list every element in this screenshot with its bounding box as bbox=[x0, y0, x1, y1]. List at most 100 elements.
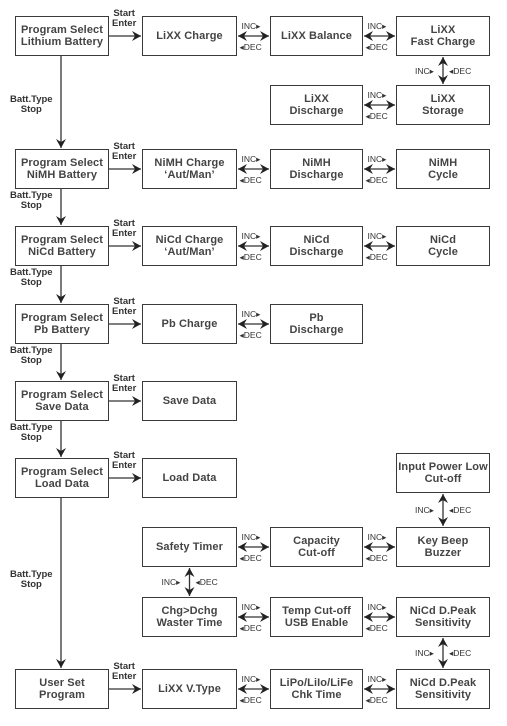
lixx-balance-box: LiXX Balance bbox=[270, 16, 363, 56]
start-enter-label: Start Enter bbox=[112, 374, 136, 394]
pb-discharge-box-line: Pb bbox=[309, 312, 324, 324]
program-select-nicd-line: Program Select bbox=[20, 234, 104, 246]
batt-type-stop-label: Batt.Type Stop bbox=[10, 570, 53, 590]
batt-type-stop-line: Stop bbox=[20, 277, 42, 288]
inc-label: INC▸ bbox=[241, 154, 261, 164]
lixx-vtype-box: LiXX V.Type bbox=[142, 669, 237, 709]
dec-label: ◂DEC bbox=[239, 553, 262, 563]
nimh-cycle-box-line: NiMH bbox=[428, 157, 458, 169]
nicd-dpeak-1-box-line: NiCd D.Peak bbox=[409, 605, 477, 617]
start-enter-label: Start Enter bbox=[112, 662, 136, 682]
lixx-discharge-box-line: LiXX bbox=[304, 93, 329, 105]
lixx-storage-box-line: Storage bbox=[422, 105, 464, 117]
program-select-lithium-line: Program Select bbox=[20, 24, 104, 36]
batt-type-stop-line: Stop bbox=[20, 104, 42, 115]
load-data-box-line: Load Data bbox=[162, 472, 217, 484]
batt-type-stop-label: Batt.Type Stop bbox=[10, 191, 53, 211]
batt-type-stop-label: Batt.Type Stop bbox=[10, 346, 53, 366]
lixx-storage-box: LiXX Storage bbox=[396, 85, 490, 125]
lixx-fast-charge-box-line: Fast Charge bbox=[410, 36, 476, 48]
inc-label: INC▸ bbox=[241, 674, 261, 684]
inc-label: INC▸ bbox=[241, 21, 261, 31]
inc-label: INC▸ bbox=[367, 674, 387, 684]
chg-dchg-waste-box-line: Chg>Dchg bbox=[161, 605, 218, 617]
inc-label: INC▸ bbox=[367, 154, 387, 164]
dec-label: ◂DEC bbox=[239, 252, 262, 262]
program-select-nimh: Program Select NiMH Battery bbox=[15, 149, 109, 189]
nicd-cycle-box-line: Cycle bbox=[428, 246, 458, 258]
start-enter-line: Enter bbox=[112, 671, 137, 682]
inc-label: INC▸ bbox=[241, 309, 261, 319]
dec-label: ◂DEC bbox=[239, 623, 262, 633]
dec-label: ◂DEC bbox=[365, 553, 388, 563]
capacity-cutoff-box: Capacity Cut-off bbox=[270, 527, 363, 567]
dec-label: ◂DEC bbox=[365, 623, 388, 633]
lixx-charge-box: LiXX Charge bbox=[142, 16, 237, 56]
dec-label: ◂DEC bbox=[239, 695, 262, 705]
temp-cutoff-box: Temp Cut-off USB Enable bbox=[270, 597, 363, 637]
start-enter-line: Enter bbox=[112, 460, 137, 471]
chg-dchg-waste-box: Chg>Dchg Waster Time bbox=[142, 597, 237, 637]
dec-label: ◂DEC bbox=[365, 42, 388, 52]
input-power-low-box-line: Cut-off bbox=[424, 473, 462, 485]
pb-charge-box: Pb Charge bbox=[142, 304, 237, 344]
program-select-load: Program Select Load Data bbox=[15, 458, 109, 498]
temp-cutoff-box-line: Temp Cut-off bbox=[282, 605, 351, 617]
nicd-cycle-box: NiCd Cycle bbox=[396, 226, 490, 266]
program-select-load-line: Program Select bbox=[20, 466, 104, 478]
nimh-charge-box: NiMH Charge ‘Aut/Man’ bbox=[142, 149, 237, 189]
pb-charge-box-line: Pb Charge bbox=[161, 318, 218, 330]
nimh-cycle-box-line: Cycle bbox=[428, 169, 458, 181]
inc-label: INC▸ bbox=[241, 602, 261, 612]
lixx-discharge-box: LiXX Discharge bbox=[270, 85, 363, 125]
input-power-low-box: Input Power Low Cut-off bbox=[396, 453, 490, 493]
program-select-save-line: Program Select bbox=[20, 389, 104, 401]
start-enter-label: Start Enter bbox=[112, 142, 136, 162]
nicd-dpeak-2-box: NiCd D.Peak Sensitivity bbox=[396, 669, 490, 709]
start-enter-line: Enter bbox=[112, 228, 137, 239]
lipo-chk-time-box-line: LiPo/LiIo/LiFe bbox=[279, 677, 354, 689]
program-select-save-line: Save Data bbox=[35, 401, 89, 413]
safety-timer-box-line: Safety Timer bbox=[155, 541, 224, 553]
nimh-cycle-box: NiMH Cycle bbox=[396, 149, 490, 189]
nicd-dpeak-2-box-line: Sensitivity bbox=[414, 689, 472, 701]
nicd-dpeak-1-box-line: Sensitivity bbox=[414, 617, 472, 629]
start-enter-label: Start Enter bbox=[112, 451, 136, 471]
start-enter-line: Enter bbox=[112, 151, 137, 162]
input-power-low-box-line: Input Power Low bbox=[398, 461, 488, 473]
lixx-discharge-box-line: Discharge bbox=[289, 105, 344, 117]
inc-label: INC▸ bbox=[241, 231, 261, 241]
program-select-lithium-line: Lithium Battery bbox=[20, 36, 104, 48]
batt-type-stop-label: Batt.Type Stop bbox=[10, 268, 53, 288]
capacity-cutoff-box-line: Cut-off bbox=[298, 547, 335, 559]
nimh-charge-box-line: NiMH Charge bbox=[154, 157, 225, 169]
program-select-pb: Program Select Pb Battery bbox=[15, 304, 109, 344]
capacity-cutoff-box-line: Capacity bbox=[293, 535, 340, 547]
inc-label: INC▸ bbox=[161, 577, 181, 587]
lixx-charge-box-line: LiXX Charge bbox=[156, 30, 223, 42]
save-data-box: Save Data bbox=[142, 381, 237, 421]
menu-flowchart: Program Select Lithium Battery Program Sel… bbox=[0, 0, 507, 726]
inc-label: INC▸ bbox=[415, 505, 434, 515]
dec-label: ◂DEC bbox=[365, 111, 388, 121]
nicd-discharge-box-line: Discharge bbox=[289, 246, 344, 258]
nicd-dpeak-2-box-line: NiCd D.Peak bbox=[409, 677, 477, 689]
program-select-nimh-line: NiMH Battery bbox=[26, 169, 98, 181]
temp-cutoff-box-line: USB Enable bbox=[284, 617, 349, 629]
lixx-fast-charge-box-line: LiXX bbox=[430, 24, 456, 36]
program-select-nicd-line: NiCd Battery bbox=[28, 246, 96, 258]
lixx-balance-box-line: LiXX Balance bbox=[281, 30, 352, 42]
start-enter-label: Start Enter bbox=[112, 297, 136, 317]
inc-label: INC▸ bbox=[367, 21, 387, 31]
batt-type-stop-label: Batt.Type Stop bbox=[10, 95, 53, 115]
safety-timer-box: Safety Timer bbox=[142, 527, 237, 567]
lipo-chk-time-box: LiPo/LiIo/LiFe Chk Time bbox=[270, 669, 363, 709]
dec-label: ◂DEC bbox=[365, 175, 388, 185]
batt-type-stop-line: Stop bbox=[20, 432, 42, 443]
nimh-discharge-box-line: Discharge bbox=[289, 169, 344, 181]
key-beep-box: Key Beep Buzzer bbox=[396, 527, 490, 567]
inc-label: INC▸ bbox=[367, 90, 387, 100]
nicd-dpeak-1-box: NiCd D.Peak Sensitivity bbox=[396, 597, 490, 637]
program-select-pb-line: Program Select bbox=[20, 312, 104, 324]
dec-label: ◂DEC bbox=[449, 65, 472, 76]
